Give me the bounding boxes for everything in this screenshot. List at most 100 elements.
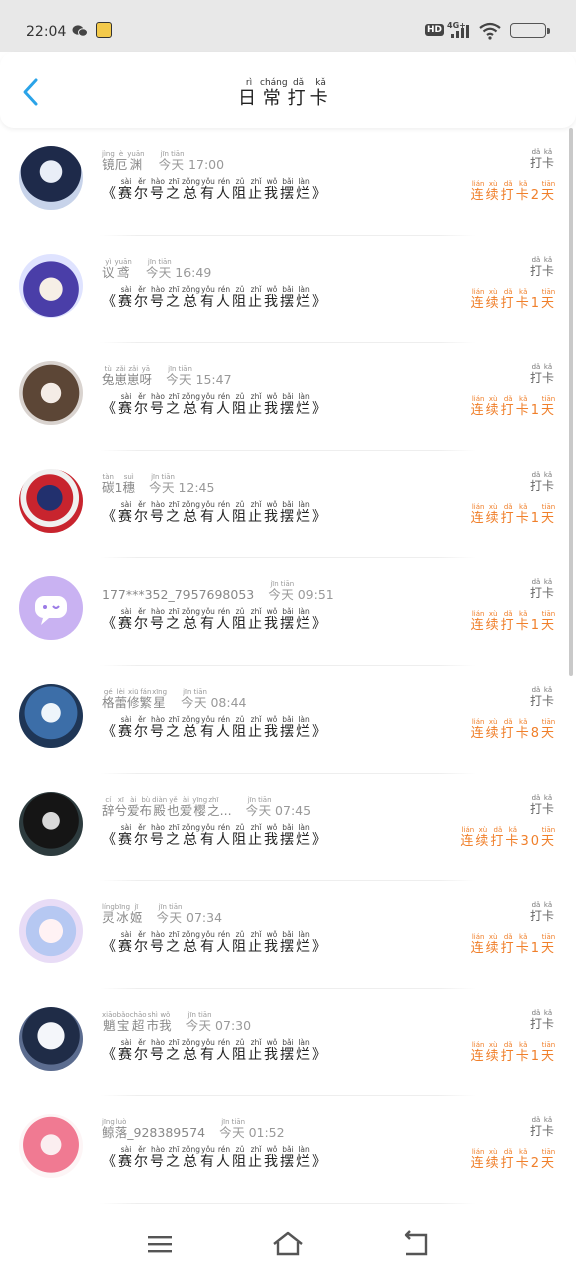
ruby-char: 人rén: [216, 1145, 233, 1171]
checkin-item[interactable]: 议yì鸢yuān 今jīn天tiān 16:49 《赛sài尔ěr号hào之zhī总…: [0, 236, 576, 344]
checkin-item[interactable]: 格gé蕾lèi修xiū繁fán星xīng 今jīn天tiān 08:44 《赛sài…: [0, 666, 576, 774]
ruby-char: 樱yīng: [192, 795, 208, 818]
avatar[interactable]: [19, 146, 83, 210]
checkin-item[interactable]: 辞cí兮xī爱ài布bù殿diàn也yě爱ài樱yīng之zhī... 今jīn天…: [0, 774, 576, 882]
checkin-time: 今jīn天tiān 08:44: [181, 687, 247, 710]
ruby-char: 连lián: [470, 395, 486, 419]
ruby-char: 阻zǔ: [232, 714, 249, 740]
ruby-char: 宝bǎo: [116, 1010, 130, 1033]
ruby-char: 烂làn: [296, 930, 313, 956]
avatar[interactable]: [19, 253, 83, 318]
ruby-char: 超chāo: [129, 1010, 147, 1033]
menu-icon[interactable]: [140, 1226, 180, 1262]
ruby-char: 卡kǎ: [541, 255, 554, 278]
ruby-char: 号hào: [150, 1145, 166, 1171]
ruby-char: 阻zǔ: [232, 392, 249, 418]
ruby-char: 打dǎ: [500, 502, 516, 526]
ruby-char: 之zhī: [166, 1037, 182, 1063]
ruby-char: 辞cí: [102, 795, 115, 818]
streak-days: 1: [530, 510, 541, 526]
book-title[interactable]: 《赛sài尔ěr号hào之zhī总zǒng有yǒu人rén阻zǔ止zhǐ我wǒ摆…: [102, 607, 328, 633]
ruby-char: 赛sài: [118, 1037, 134, 1063]
book-title[interactable]: 《赛sài尔ěr号hào之zhī总zǒng有yǒu人rén阻zǔ止zhǐ我wǒ摆…: [102, 284, 328, 311]
ruby-char: 灵líng: [102, 903, 115, 926]
avatar[interactable]: [19, 683, 83, 748]
checkin-item[interactable]: 碳tàn 1 穗suì 今jīn天tiān 12:45 《赛sài尔ěr号hào之zhī…: [0, 451, 576, 559]
book-title[interactable]: 《赛sài尔ěr号hào之zhī总zǒng有yǒu人rén阻zǔ止zhǐ我wǒ摆…: [102, 392, 328, 418]
ruby-char: 天tiān: [280, 580, 295, 603]
book-title[interactable]: 《赛sài尔ěr号hào之zhī总zǒng有yǒu人rén阻zǔ止zhǐ我wǒ摆…: [102, 930, 328, 956]
checkin-label: 打dǎ卡kǎ: [530, 471, 554, 494]
avatar[interactable]: [19, 361, 83, 426]
streak-days: 30: [520, 833, 541, 849]
battery-icon: [510, 23, 550, 38]
ruby-char: 打dǎ: [529, 685, 542, 708]
ruby-char: 卡kǎ: [309, 78, 332, 109]
avatar[interactable]: [19, 899, 83, 964]
user-name: 鲸jīng落luò_928389574 今jīn天tiān 01:52: [102, 1118, 285, 1141]
avatar[interactable]: [19, 1114, 83, 1179]
back-nav-icon[interactable]: [396, 1226, 436, 1262]
book-title[interactable]: 《赛sài尔ěr号hào之zhī总zǒng有yǒu人rén阻zǔ止zhǐ我wǒ摆…: [102, 499, 328, 526]
ruby-char: 天tiān: [540, 610, 556, 634]
user-name: 177***352_7957698053 今jīn天tiān 09:51: [102, 580, 334, 603]
ruby-char: 卡kǎ: [541, 1116, 554, 1139]
ruby-char: 总zǒng: [182, 822, 201, 848]
ruby-char: 我wǒ: [264, 392, 281, 418]
book-title[interactable]: 《赛sài尔ěr号hào之zhī总zǒng有yǒu人rén阻zǔ止zhǐ我wǒ摆…: [102, 177, 328, 203]
ruby-char: 姬jī: [130, 903, 143, 926]
user-name: 议yì鸢yuān 今jīn天tiān 16:49: [102, 258, 211, 281]
ruby-char: 打dǎ: [500, 1148, 516, 1172]
checkin-item[interactable]: 鲸jīng落luò_928389574 今jīn天tiān 01:52 《赛sài尔…: [0, 1096, 576, 1204]
ruby-char: 摆bǎi: [280, 499, 297, 525]
checkin-item[interactable]: 镜jìng厄è渊yuān 今jīn天tiān 17:00 《赛sài尔ěr号hào之…: [0, 128, 576, 236]
avatar[interactable]: [19, 576, 83, 641]
ruby-char: 卡kǎ: [541, 148, 554, 170]
book-title[interactable]: 《赛sài尔ěr号hào之zhī总zǒng有yǒu人rén阻zǔ止zhǐ我wǒ摆…: [102, 822, 328, 849]
checkin-item[interactable]: 兔tù崽zǎi崽zǎi呀yā今jīn天tiān 15:47 《赛sài尔ěr号hà…: [0, 343, 576, 451]
ruby-char: 之zhī: [166, 930, 182, 956]
ruby-char: 我wǒ: [264, 930, 281, 956]
checkin-time: 今jīn天tiān 15:47: [166, 365, 232, 388]
ruby-char: 打dǎ: [500, 395, 516, 419]
ruby-char: 卡kǎ: [515, 180, 531, 203]
ruby-char: 有yǒu: [200, 1145, 217, 1171]
book-title[interactable]: 《赛sài尔ěr号hào之zhī总zǒng有yǒu人rén阻zǔ止zhǐ我wǒ摆…: [102, 1145, 328, 1171]
ruby-char: 号hào: [150, 714, 166, 740]
ruby-char: 人rén: [216, 392, 233, 418]
ruby-char: 止zhǐ: [248, 822, 265, 848]
ruby-char: 烂làn: [296, 392, 313, 418]
checkin-label: 打dǎ卡kǎ: [530, 256, 554, 279]
ruby-char: 天tiān: [169, 903, 183, 926]
checkin-item[interactable]: 灵líng冰bīng姬jī 今jīn天tiān 07:34 《赛sài尔ěr号hào…: [0, 881, 576, 989]
user-name: 灵líng冰bīng姬jī 今jīn天tiān 07:34: [102, 903, 222, 926]
ruby-char: 天tiān: [540, 287, 556, 311]
ruby-char: 我wǒ: [264, 1037, 281, 1063]
avatar[interactable]: [19, 468, 83, 533]
ruby-char: 今jīn: [166, 365, 179, 388]
ruby-char: 止zhǐ: [248, 177, 265, 202]
back-arrow-icon[interactable]: [16, 74, 48, 110]
ruby-char: 今jīn: [158, 150, 172, 172]
divider: [100, 1202, 476, 1204]
streak-badge: 连lián续xù打dǎ卡kǎ30天tiān: [460, 826, 556, 849]
ruby-char: 我wǒ: [264, 284, 281, 310]
ruby-char: 摆bǎi: [280, 392, 297, 418]
ruby-char: 尔ěr: [134, 284, 150, 310]
ruby-char: 打dǎ: [500, 287, 516, 311]
streak-days: 1: [530, 1048, 541, 1064]
book-title[interactable]: 《赛sài尔ěr号hào之zhī总zǒng有yǒu人rén阻zǔ止zhǐ我wǒ摆…: [102, 1037, 328, 1064]
avatar[interactable]: [19, 1006, 83, 1071]
ruby-char: 打dǎ: [500, 717, 516, 741]
scrollbar[interactable]: [569, 128, 573, 676]
checkin-item[interactable]: 魈xiāo宝bǎo超chāo市shì我wǒ今jīn天tiān 07:30 《赛sà…: [0, 989, 576, 1097]
ruby-char: 天tiān: [540, 395, 556, 419]
book-title[interactable]: 《赛sài尔ěr号hào之zhī总zǒng有yǒu人rén阻zǔ止zhǐ我wǒ摆…: [102, 714, 328, 741]
ruby-char: 卡kǎ: [505, 825, 521, 849]
ruby-char: 有yǒu: [200, 607, 217, 633]
avatar[interactable]: [19, 791, 83, 856]
home-icon[interactable]: [268, 1226, 308, 1262]
ruby-char: 天tiān: [198, 1010, 212, 1033]
ruby-char: 阻zǔ: [232, 1145, 249, 1171]
checkin-item[interactable]: 177***352_7957698053 今jīn天tiān 09:51 《赛sài…: [0, 558, 576, 666]
